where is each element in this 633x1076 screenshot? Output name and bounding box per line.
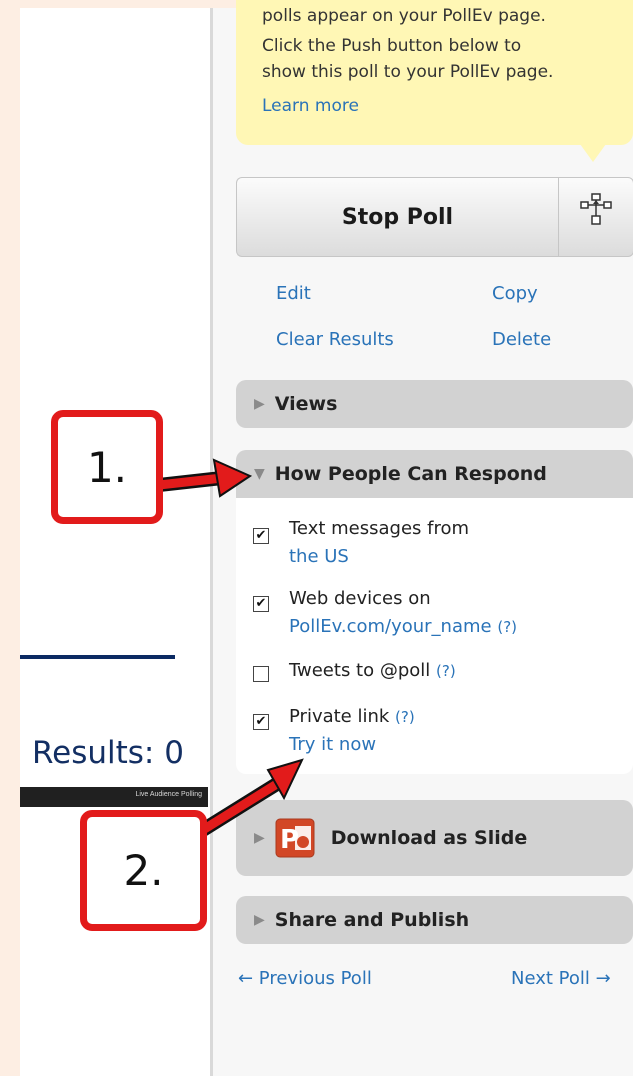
step-2-callout: 2.	[80, 810, 207, 931]
arrow-to-respond-section	[143, 458, 253, 498]
step-1-callout: 1.	[51, 410, 163, 524]
